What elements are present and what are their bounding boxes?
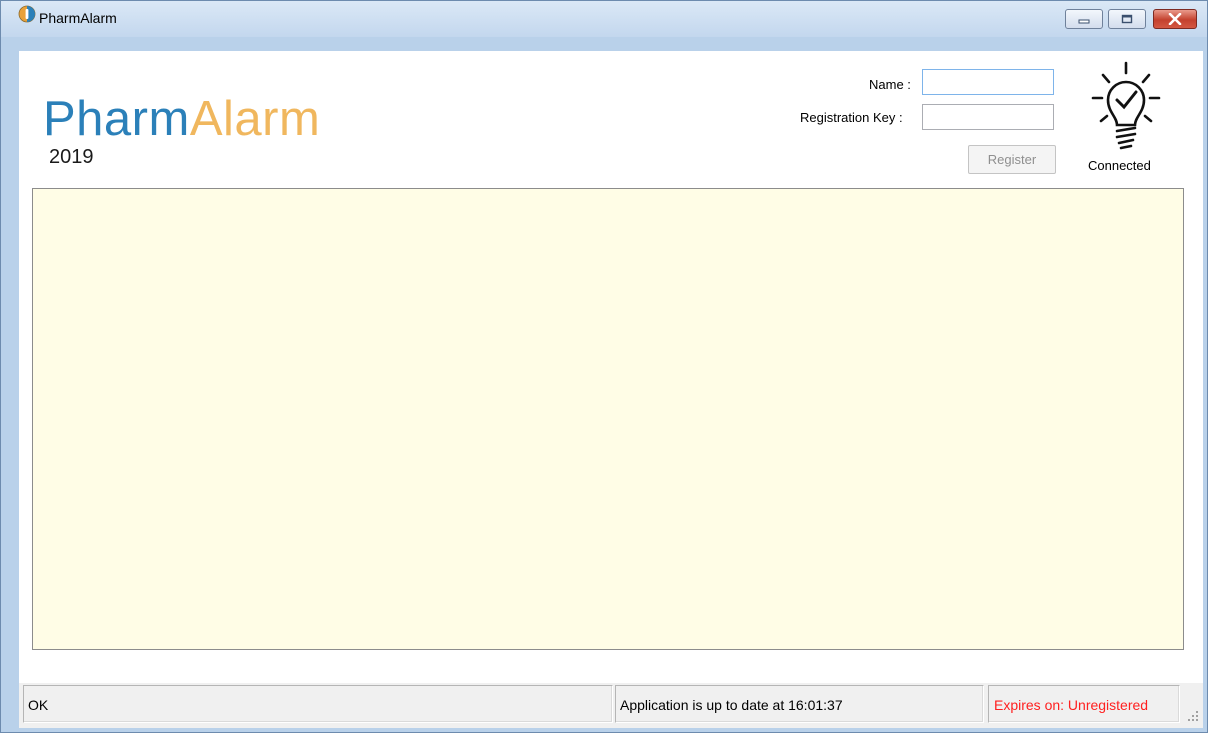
close-icon [1168, 13, 1182, 25]
lightbulb-check-icon [1091, 61, 1161, 150]
register-button[interactable]: Register [968, 145, 1056, 174]
registration-key-input[interactable] [922, 104, 1054, 130]
maximize-icon [1121, 14, 1133, 24]
brand-logo-part1: Pharm [43, 92, 190, 146]
resize-grip-icon[interactable] [1186, 709, 1200, 723]
minimize-icon [1078, 19, 1090, 24]
minimize-button[interactable] [1065, 9, 1103, 29]
close-button[interactable] [1153, 9, 1197, 29]
registration-key-label: Registration Key : [800, 110, 903, 125]
name-label: Name : [869, 77, 911, 92]
brand-logo: PharmAlarm [43, 95, 320, 144]
expiry-status: Expires on: Unregistered [988, 685, 1180, 723]
status-bar: OK Application is up to date at 16:01:37… [19, 683, 1203, 728]
alarm-log-panel[interactable] [32, 188, 1184, 650]
brand-logo-part2: Alarm [189, 92, 321, 146]
connection-status: Connected [1088, 158, 1151, 173]
window-title: PharmAlarm [39, 10, 117, 26]
client-area: PharmAlarm 2019 Name : Registration Key … [19, 51, 1203, 728]
update-status: Application is up to date at 16:01:37 [615, 685, 984, 723]
status-ok: OK [23, 685, 613, 723]
title-bar[interactable]: PharmAlarm [1, 1, 1207, 37]
brand-year: 2019 [49, 146, 94, 168]
application-window: PharmAlarm PharmAlarm 2019 Name : Regist… [0, 0, 1208, 733]
maximize-button[interactable] [1108, 9, 1146, 29]
app-logo-icon [18, 5, 36, 23]
name-input[interactable] [922, 69, 1054, 95]
